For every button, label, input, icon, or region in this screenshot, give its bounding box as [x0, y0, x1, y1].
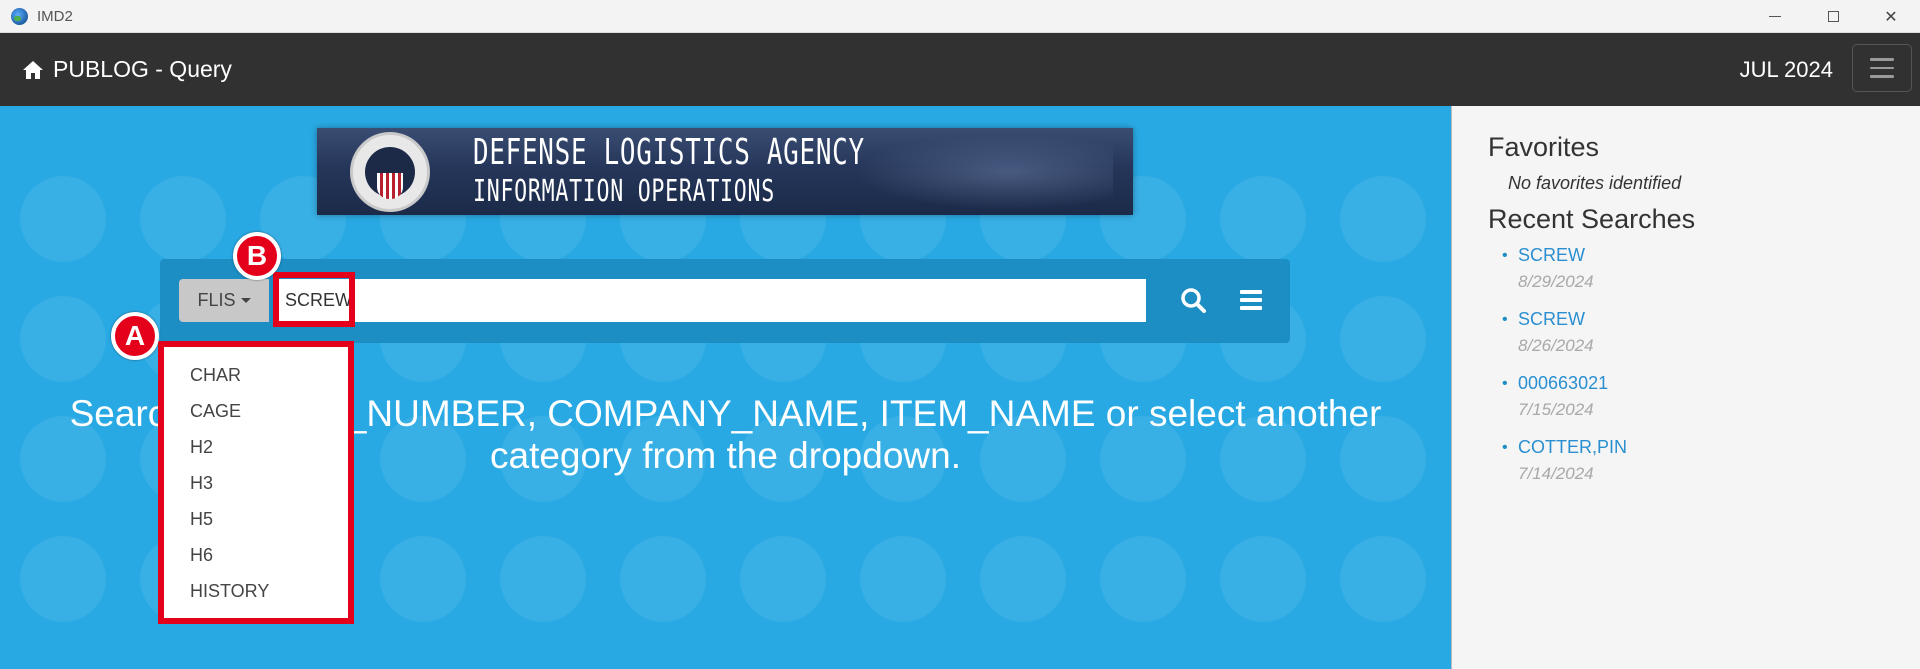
recent-search-item: SCREW 8/26/2024	[1502, 309, 1920, 373]
dla-seal-logo	[350, 132, 430, 212]
recent-search-link[interactable]: COTTER,PIN	[1518, 437, 1920, 458]
dla-banner: DEFENSE LOGISTICS AGENCY INFORMATION OPE…	[317, 128, 1133, 215]
background-circle	[20, 536, 106, 622]
background-circle	[740, 536, 826, 622]
search-input[interactable]	[275, 279, 1146, 322]
background-circle	[1220, 176, 1306, 262]
window-title: IMD2	[37, 7, 73, 25]
right-sidebar: Favorites No favorites identified Recent…	[1451, 106, 1920, 669]
recent-search-date: 7/14/2024	[1518, 464, 1594, 483]
recent-search-link[interactable]: SCREW	[1518, 245, 1920, 266]
background-circle	[1100, 536, 1186, 622]
search-button[interactable]	[1178, 285, 1210, 317]
background-circle	[1220, 536, 1306, 622]
caret-down-icon	[240, 298, 251, 303]
favorites-heading: Favorites	[1488, 132, 1600, 162]
category-label: FLIS	[197, 290, 236, 310]
background-circle	[980, 536, 1066, 622]
annotation-marker-a: A	[111, 312, 159, 360]
background-circle	[1340, 176, 1426, 262]
recent-search-date: 7/15/2024	[1518, 400, 1594, 419]
banner-line-2: INFORMATION OPERATIONS	[473, 174, 775, 209]
world-map-graphic	[853, 134, 1113, 210]
list-icon-bar	[1240, 298, 1262, 302]
dropdown-option-char[interactable]: CHAR	[164, 357, 348, 393]
background-circle	[860, 536, 946, 622]
search-input-highlight	[273, 272, 355, 327]
window-controls: ✕	[1746, 0, 1920, 33]
favorites-empty-text: No favorites identified	[1508, 173, 1682, 193]
hamburger-icon-bar	[1870, 75, 1894, 78]
dropdown-options: CHAR CAGE H2 H3 H5 H6 HISTORY	[164, 347, 348, 609]
recent-search-date: 8/26/2024	[1518, 336, 1594, 355]
close-button[interactable]: ✕	[1862, 0, 1920, 33]
background-circle	[620, 536, 706, 622]
recent-search-link[interactable]: SCREW	[1518, 309, 1920, 330]
app-navbar: PUBLOG - Query JUL 2024	[0, 33, 1920, 106]
background-circle	[380, 536, 466, 622]
hamburger-icon-bar	[1870, 66, 1894, 70]
banner-line-1: DEFENSE LOGISTICS AGENCY	[473, 132, 865, 173]
window-title-bar: IMD2 ✕	[0, 0, 1920, 33]
search-icon	[1181, 288, 1206, 313]
maximize-button[interactable]	[1804, 0, 1862, 33]
hamburger-menu-button[interactable]	[1852, 44, 1912, 92]
category-dropdown-button[interactable]: FLIS	[179, 279, 269, 322]
hamburger-icon-bar	[1870, 58, 1894, 61]
dropdown-option-cage[interactable]: CAGE	[164, 393, 348, 429]
dropdown-option-h3[interactable]: H3	[164, 465, 348, 501]
recent-search-date: 8/29/2024	[1518, 272, 1594, 291]
recent-searches-list: SCREW 8/29/2024 SCREW 8/26/2024 000663021 7/1…	[1502, 245, 1920, 501]
list-icon-bar	[1240, 306, 1262, 310]
background-circle	[1340, 536, 1426, 622]
background-circle	[500, 536, 586, 622]
minimize-icon	[1769, 15, 1781, 18]
background-circle	[20, 176, 106, 262]
app-brand[interactable]: PUBLOG - Query	[53, 56, 232, 83]
maximize-icon	[1827, 11, 1839, 22]
annotation-marker-b: B	[233, 232, 281, 280]
recent-searches-heading: Recent Searches	[1488, 204, 1696, 234]
category-dropdown-menu: CHAR CAGE H2 H3 H5 H6 HISTORY	[158, 341, 354, 624]
close-icon: ✕	[1884, 7, 1898, 26]
recent-search-item: COTTER,PIN 7/14/2024	[1502, 437, 1920, 501]
app-globe-icon	[11, 7, 28, 25]
advanced-options-button[interactable]	[1240, 287, 1266, 313]
background-circle	[140, 176, 226, 262]
background-circle	[1340, 296, 1426, 382]
list-icon-bar	[1240, 290, 1262, 294]
recent-search-item: SCREW 8/29/2024	[1502, 245, 1920, 309]
background-circle	[20, 296, 106, 382]
home-icon[interactable]	[22, 60, 44, 80]
recent-search-item: 000663021 7/15/2024	[1502, 373, 1920, 437]
data-date-label: JUL 2024	[1739, 57, 1833, 82]
dropdown-option-h6[interactable]: H6	[164, 537, 348, 573]
dropdown-option-history[interactable]: HISTORY	[164, 573, 348, 609]
minimize-button[interactable]	[1746, 0, 1804, 33]
dropdown-option-h5[interactable]: H5	[164, 501, 348, 537]
dropdown-option-h2[interactable]: H2	[164, 429, 348, 465]
main-panel: DEFENSE LOGISTICS AGENCY INFORMATION OPE…	[0, 106, 1451, 669]
recent-search-link[interactable]: 000663021	[1518, 373, 1920, 394]
